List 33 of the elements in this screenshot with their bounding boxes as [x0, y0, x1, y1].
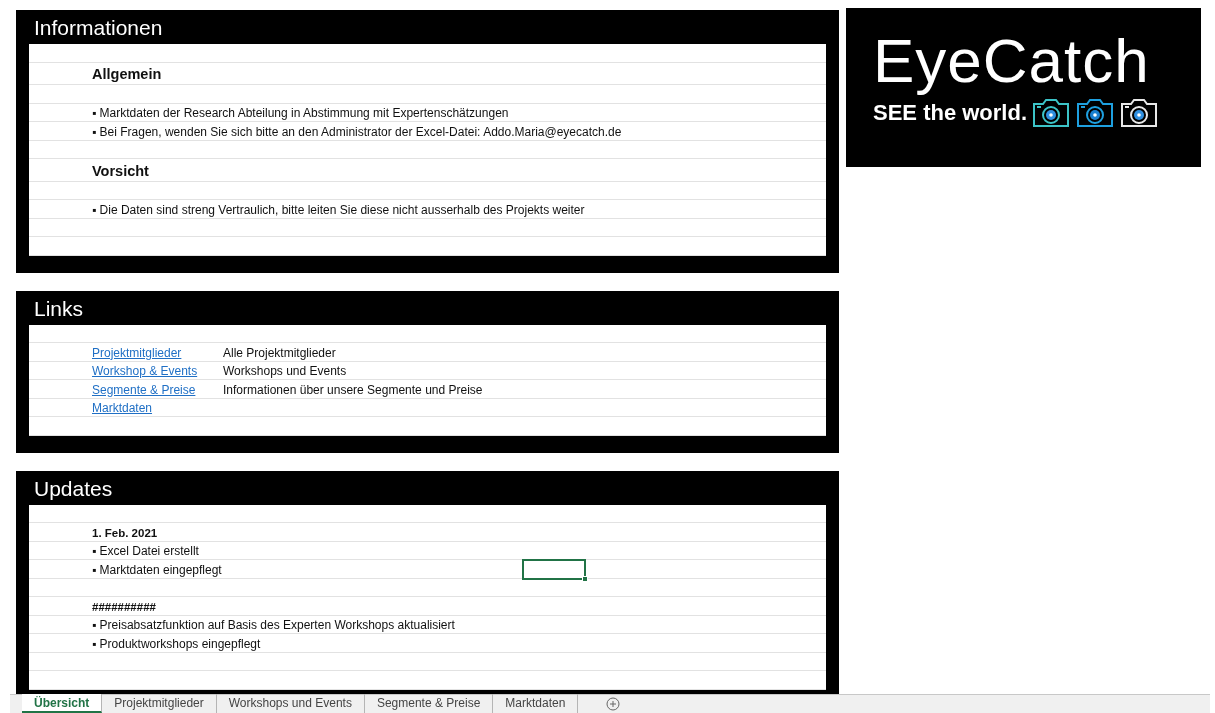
sheet-link[interactable]: Marktdaten — [92, 400, 223, 416]
active-cell[interactable] — [522, 559, 586, 580]
camera-icon — [1031, 98, 1072, 128]
link-description: Alle Projektmitglieder — [223, 344, 336, 361]
section-title: Updates — [33, 475, 114, 502]
bullet-text: ▪ Preisabsatzfunktion auf Basis des Experten Workshops aktualisiert — [92, 617, 455, 633]
update-date: 1. Feb. 2021 — [92, 525, 158, 541]
sheet-link[interactable]: Workshop & Events — [92, 363, 223, 379]
bullet-text: ▪ Bei Fragen, wenden Sie sich bitte an den Administrator der Excel-Datei: Addo.Maria@eyecatch.de — [92, 123, 622, 140]
bullet-text: ▪ Produktworkshops eingepflegt — [92, 635, 261, 652]
bullet-text: ▪ Die Daten sind streng Vertraulich, bitte leiten Sie diese nicht ausserhalb des Projekts weiter — [92, 201, 585, 218]
add-sheet-icon[interactable] — [606, 697, 621, 711]
sheet-tab[interactable]: Workshops und Events — [216, 694, 365, 713]
logo-tagline: SEE the world. — [873, 100, 1028, 126]
section-title: Informationen — [33, 15, 164, 41]
logo-name: EyeCatch — [873, 28, 1151, 94]
section-heading: Allgemein — [92, 65, 162, 84]
update-date: ########## — [92, 599, 156, 615]
sheet-tab[interactable]: Segmente & Preise — [364, 694, 494, 713]
link-description: Informationen über unsere Segmente und Preise — [223, 381, 483, 398]
sheet-tab[interactable]: Projektmitglieder — [102, 694, 217, 713]
bullet-text: ▪ Marktdaten eingepflegt — [92, 561, 222, 578]
sheet-tab[interactable]: Marktdaten — [493, 694, 579, 713]
section-title: Links — [33, 295, 85, 322]
sheet-tab[interactable]: Übersicht — [22, 694, 103, 713]
sheet-link[interactable]: Projektmitglieder — [92, 344, 223, 361]
camera-icon — [1119, 98, 1160, 128]
link-description: Workshops und Events — [223, 363, 347, 379]
sheet-link[interactable]: Segmente & Preise — [92, 381, 223, 398]
bullet-text: ▪ Excel Datei erstellt — [92, 543, 199, 559]
bullet-text: ▪ Marktdaten der Research Abteilung in Abstimmung mit Expertenschätzungen — [92, 105, 509, 121]
section-heading: Vorsicht — [92, 161, 149, 181]
camera-icon — [1075, 98, 1116, 128]
